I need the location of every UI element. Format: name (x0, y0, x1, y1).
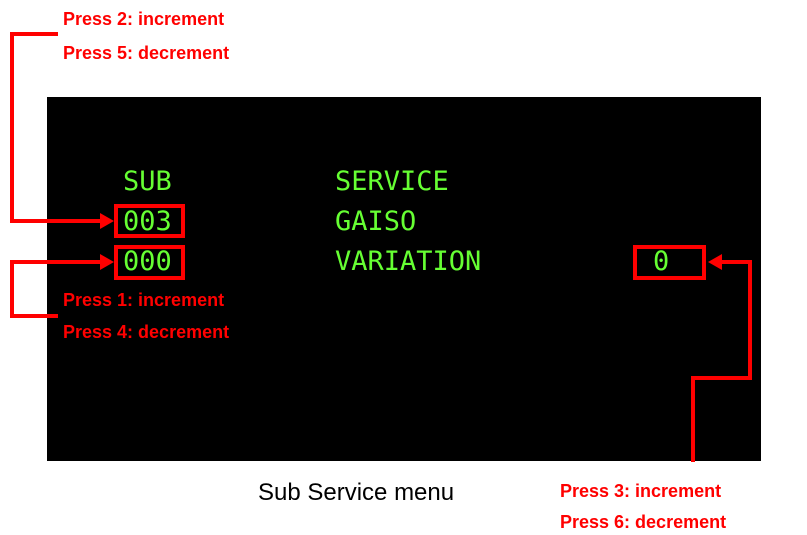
annotation-bottom-line-2: Press 6: decrement (560, 512, 727, 532)
connector-lines (10, 32, 752, 462)
figure-caption: Sub Service menu (258, 479, 455, 506)
annotation-bottom-line-1: Press 3: increment (560, 481, 722, 501)
connector-right (691, 260, 752, 462)
arrowhead-top (100, 213, 114, 229)
arrowhead-right (708, 254, 722, 270)
annotation-middle-line-2: Press 4: decrement (63, 322, 230, 342)
arrowhead-middle (100, 254, 114, 270)
annotation-middle-line-1: Press 1: increment (63, 290, 225, 310)
connector-top (10, 32, 100, 223)
